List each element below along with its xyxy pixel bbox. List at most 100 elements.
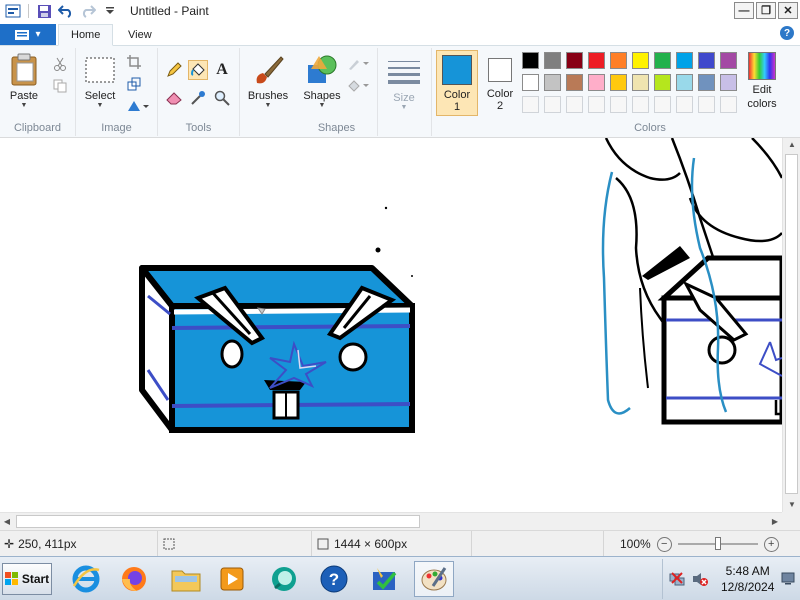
palette-swatch-empty[interactable] (610, 96, 627, 113)
palette-swatch-empty[interactable] (698, 96, 715, 113)
taskbar-messenger[interactable] (264, 561, 304, 597)
palette-swatch-empty[interactable] (654, 96, 671, 113)
taskbar-firefox[interactable] (114, 561, 154, 597)
ribbon: Paste ▼ Clipboard Select ▼ Image A Tools… (0, 46, 800, 138)
taskbar-media-player[interactable] (212, 561, 252, 597)
vertical-scroll-thumb[interactable] (785, 154, 798, 494)
palette-swatch-empty[interactable] (676, 96, 693, 113)
network-icon[interactable] (669, 571, 685, 587)
palette-swatch[interactable] (566, 52, 583, 69)
select-button[interactable]: Select ▼ (82, 52, 118, 110)
undo-icon[interactable] (57, 2, 75, 20)
palette-swatch[interactable] (566, 74, 583, 91)
scroll-left-icon[interactable]: ◀ (0, 513, 14, 531)
palette-swatch-empty[interactable] (566, 96, 583, 113)
palette-swatch-empty[interactable] (588, 96, 605, 113)
palette-swatch[interactable] (522, 52, 539, 69)
magnifier-button[interactable] (212, 88, 232, 108)
palette-swatch[interactable] (632, 52, 649, 69)
file-menu-button[interactable]: ▾ (0, 24, 56, 45)
palette-swatch[interactable] (522, 74, 539, 91)
fill-bucket-button[interactable] (188, 60, 208, 80)
brushes-button[interactable]: Brushes ▼ (244, 52, 292, 110)
palette-swatch[interactable] (720, 52, 737, 69)
cut-button[interactable] (50, 54, 70, 74)
edit-colors-label: Edit (752, 84, 772, 96)
text-tool-button[interactable]: A (212, 60, 232, 80)
select-caret-icon: ▼ (96, 102, 104, 109)
eraser-button[interactable] (164, 88, 184, 108)
save-icon[interactable] (35, 2, 53, 20)
palette-swatch-empty[interactable] (522, 96, 539, 113)
scroll-right-icon[interactable]: ▶ (768, 513, 782, 531)
color1-button[interactable]: Color 1 (436, 50, 478, 116)
palette-swatch[interactable] (654, 74, 671, 91)
help-icon[interactable]: ? (780, 26, 794, 40)
palette-swatch[interactable] (654, 52, 671, 69)
rotate-button[interactable] (124, 96, 152, 116)
palette-swatch-empty[interactable] (544, 96, 561, 113)
palette-swatch[interactable] (698, 52, 715, 69)
paint-app-icon[interactable] (4, 2, 22, 20)
fill-button[interactable] (346, 76, 372, 96)
security-check-icon (373, 568, 397, 590)
palette-swatch[interactable] (632, 74, 649, 91)
image-group-label: Image (101, 122, 132, 134)
palette-swatch[interactable] (610, 74, 627, 91)
outline-button[interactable] (346, 54, 372, 74)
crop-button[interactable] (124, 52, 144, 72)
size-caret-icon: ▼ (400, 104, 408, 111)
palette-swatch[interactable] (676, 74, 693, 91)
palette-swatch-empty[interactable] (720, 96, 737, 113)
clock[interactable]: 5:48 AM 12/8/2024 (721, 563, 774, 595)
palette-swatch[interactable] (588, 52, 605, 69)
taskbar-help[interactable]: ? (314, 561, 354, 597)
zoom-out-button[interactable]: − (656, 536, 672, 552)
tab-home[interactable]: Home (58, 24, 114, 46)
taskbar-internet-explorer[interactable] (66, 561, 106, 597)
palette-swatch[interactable] (720, 74, 737, 91)
taskbar-file-explorer[interactable] (166, 561, 206, 597)
color-picker-button[interactable] (188, 88, 208, 108)
start-button[interactable]: Start (2, 563, 52, 595)
zoom-in-button[interactable]: + (763, 536, 779, 552)
messenger-icon (272, 567, 296, 591)
palette-swatch[interactable] (544, 74, 561, 91)
taskbar-security-app[interactable] (364, 561, 404, 597)
tab-view[interactable]: View (116, 24, 164, 46)
shapes-caret-icon: ▼ (318, 102, 326, 109)
color2-button[interactable]: Color 2 (480, 50, 520, 116)
zoom-slider-thumb[interactable] (714, 537, 721, 550)
zoom-slider[interactable] (677, 537, 758, 550)
close-button[interactable]: ✕ (778, 2, 798, 19)
edit-colors-button[interactable]: Edit colors (742, 52, 782, 110)
volume-muted-icon[interactable] (691, 571, 709, 587)
resize-button[interactable] (124, 74, 144, 94)
file-size (472, 531, 604, 557)
scroll-down-icon[interactable]: ▼ (783, 498, 800, 512)
scroll-up-icon[interactable]: ▲ (783, 138, 800, 152)
copy-button[interactable] (50, 76, 70, 96)
palette-swatch[interactable] (544, 52, 561, 69)
redo-icon[interactable] (79, 2, 97, 20)
pencil-button[interactable] (164, 60, 184, 80)
edit-colors-label-2: colors (747, 98, 777, 110)
canvas-area[interactable] (0, 138, 782, 512)
palette-swatch[interactable] (588, 74, 605, 91)
palette-swatch[interactable] (698, 74, 715, 91)
customize-qat-icon[interactable] (101, 2, 119, 20)
taskbar-paint[interactable] (414, 561, 454, 597)
shapes-button[interactable]: Shapes ▼ (300, 52, 344, 110)
palette-swatch-empty[interactable] (632, 96, 649, 113)
minimize-button[interactable]: — (734, 2, 754, 19)
quick-access-toolbar (0, 2, 119, 20)
palette-swatch[interactable] (610, 52, 627, 69)
paste-button[interactable]: Paste ▼ (6, 52, 42, 110)
show-desktop-icon[interactable] (781, 571, 795, 585)
horizontal-scrollbar[interactable]: ◀ ▶ (0, 512, 782, 530)
palette-swatch[interactable] (676, 52, 693, 69)
drawing-canvas[interactable] (0, 138, 782, 512)
horizontal-scroll-thumb[interactable] (16, 515, 420, 528)
vertical-scrollbar[interactable]: ▲ ▼ (782, 138, 800, 512)
restore-button[interactable]: ❐ (756, 2, 776, 19)
